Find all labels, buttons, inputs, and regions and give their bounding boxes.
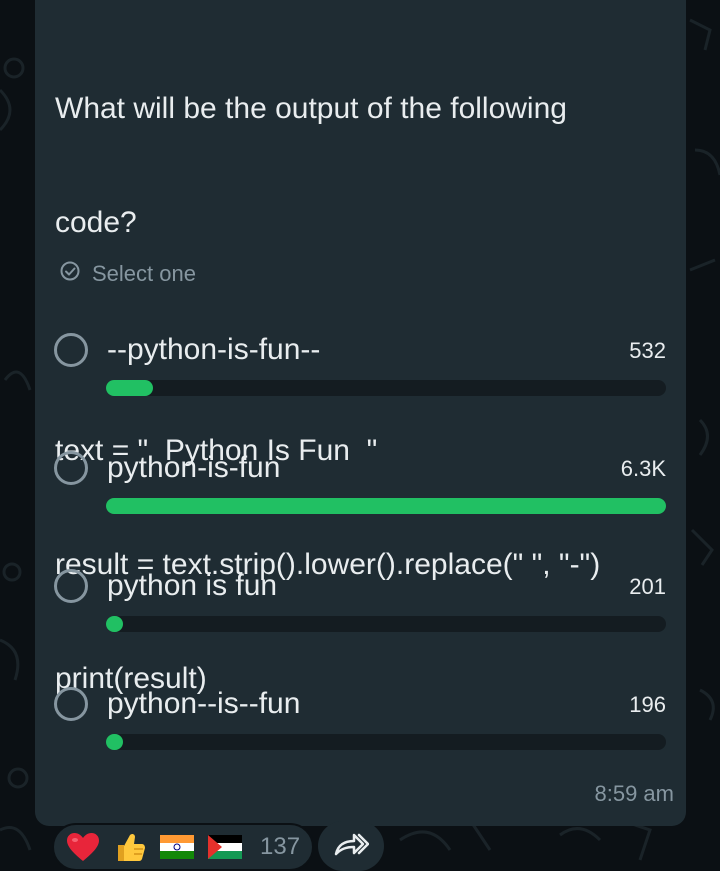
forward-button[interactable] bbox=[318, 821, 384, 871]
vote-progress-fill bbox=[106, 616, 123, 632]
poll-option-vote-count: 532 bbox=[629, 338, 666, 363]
poll-option[interactable]: --python-is-fun-- 532 bbox=[52, 332, 668, 432]
radio-button[interactable] bbox=[54, 451, 88, 485]
vote-progress-track bbox=[106, 498, 666, 514]
poll-option[interactable]: python-is-fun 6.3K bbox=[52, 450, 668, 550]
vote-progress-fill bbox=[106, 380, 154, 396]
radio-button[interactable] bbox=[54, 569, 88, 603]
poll-option-label: --python-is-fun-- bbox=[107, 333, 321, 366]
poll-option[interactable]: python--is--fun 196 bbox=[52, 686, 668, 786]
vote-progress-fill bbox=[106, 734, 123, 750]
palestine-flag-icon bbox=[208, 835, 242, 859]
message-timestamp: 8:59 am bbox=[594, 781, 675, 806]
vote-progress-track bbox=[106, 734, 666, 750]
poll-option-label: python is fun bbox=[107, 569, 278, 602]
reaction-count: 137 bbox=[260, 833, 301, 860]
poll-option[interactable]: python is fun 201 bbox=[52, 568, 668, 668]
check-circle-icon bbox=[60, 261, 80, 287]
vote-progress-track bbox=[106, 380, 666, 396]
radio-button[interactable] bbox=[54, 333, 88, 367]
poll-option-vote-count: 201 bbox=[629, 574, 666, 599]
poll-option-label: python-is-fun bbox=[107, 451, 281, 484]
question-line: code? bbox=[55, 206, 137, 239]
select-one-label: Select one bbox=[92, 261, 196, 286]
poll-instruction: Select one bbox=[60, 259, 196, 289]
india-flag-icon bbox=[160, 835, 194, 859]
red-heart-icon bbox=[66, 832, 100, 862]
forward-icon bbox=[333, 830, 370, 863]
reactions-bar[interactable]: 137 bbox=[52, 823, 314, 871]
vote-progress-fill bbox=[106, 498, 666, 514]
poll-option-vote-count: 6.3K bbox=[620, 456, 666, 481]
question-line: What will be the output of the following bbox=[55, 92, 567, 125]
poll-option-label: python--is--fun bbox=[107, 687, 301, 720]
vote-progress-track bbox=[106, 616, 666, 632]
poll-option-vote-count: 196 bbox=[629, 692, 666, 717]
thumbs-up-icon bbox=[114, 831, 146, 863]
radio-button[interactable] bbox=[54, 687, 88, 721]
